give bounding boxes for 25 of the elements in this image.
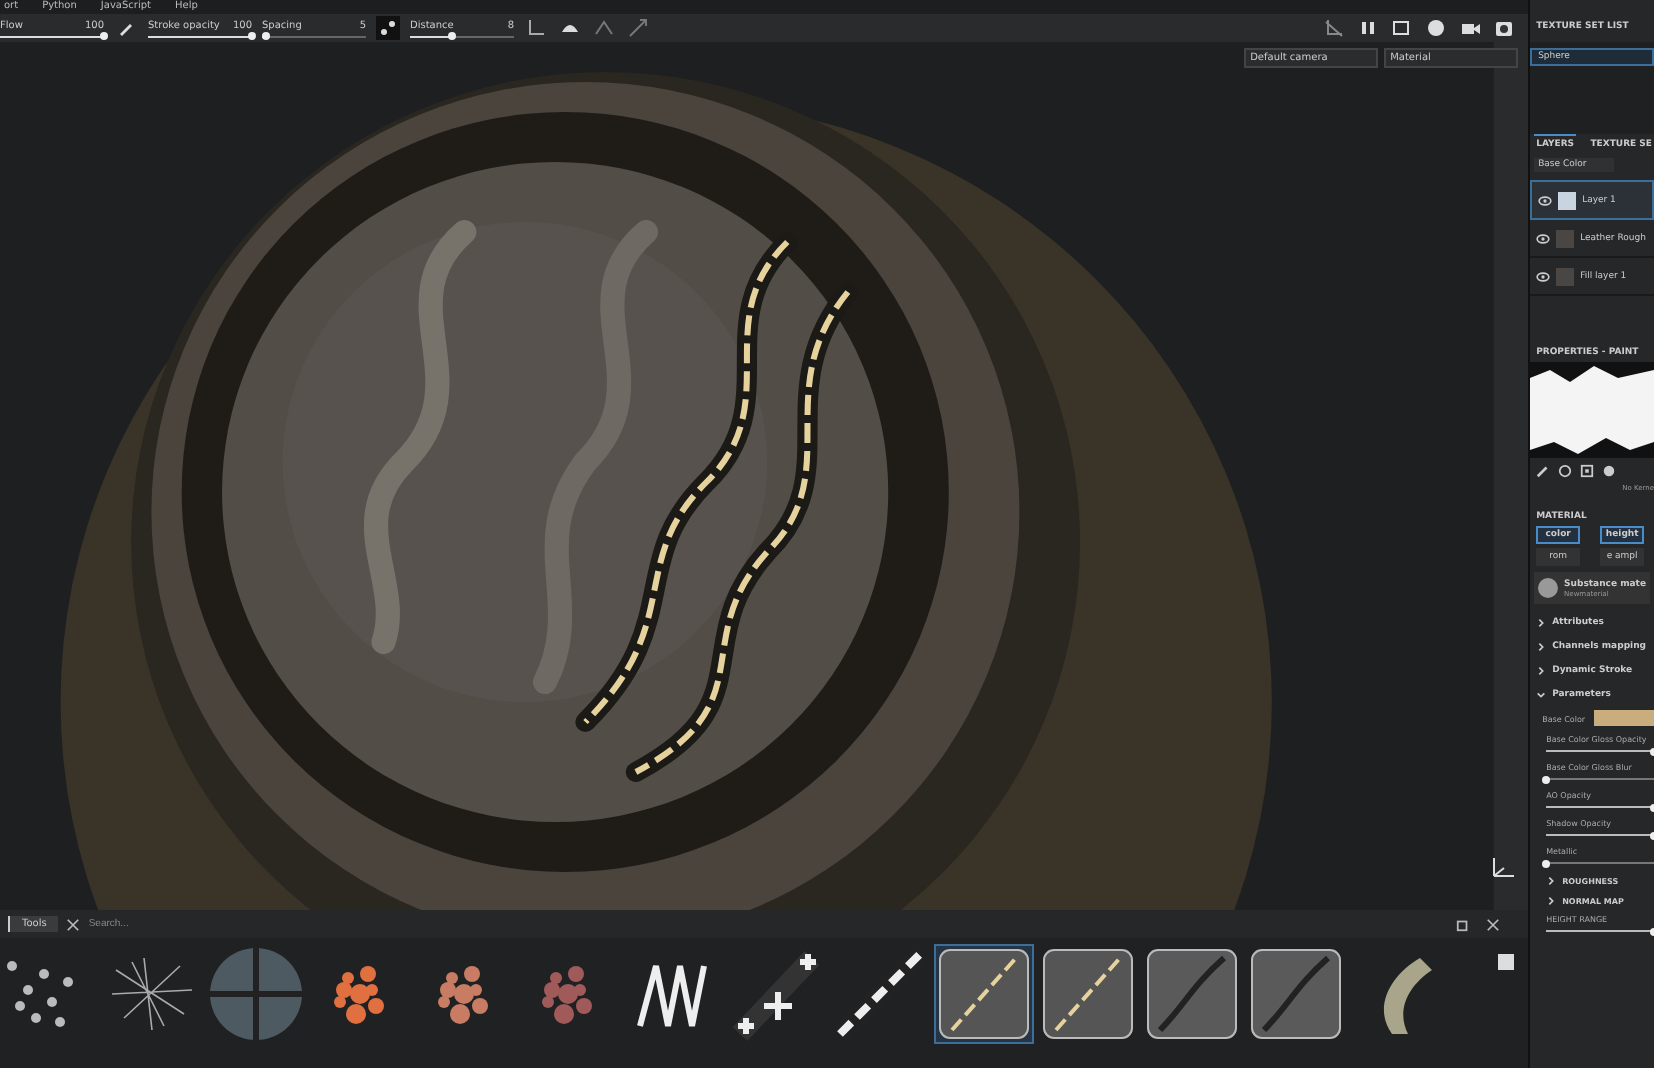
view-toggle-icon[interactable] <box>1498 954 1514 970</box>
brush-thumbnail[interactable] <box>1248 946 1344 1042</box>
dots-icon[interactable] <box>376 16 400 40</box>
eye-icon[interactable] <box>1536 233 1551 243</box>
frame-icon[interactable] <box>1390 16 1415 40</box>
brush-thumbnail[interactable] <box>1040 946 1136 1042</box>
brush-thumbnail[interactable] <box>728 946 824 1042</box>
color-swatch[interactable] <box>1594 710 1654 726</box>
layer-thumbnail <box>1558 191 1577 209</box>
layer-thumbnail <box>1556 267 1575 285</box>
close-icon[interactable] <box>66 917 81 931</box>
brush-thumbnail[interactable] <box>832 946 928 1042</box>
stencil-icon[interactable] <box>1580 464 1595 478</box>
eye-icon[interactable] <box>1538 195 1553 205</box>
brush-thumbnail[interactable] <box>208 946 304 1042</box>
angle-icon[interactable] <box>524 16 548 40</box>
screenshot-icon[interactable] <box>1492 16 1517 40</box>
layer-thumbnail <box>1556 229 1575 247</box>
material-ball-icon <box>1538 576 1559 600</box>
brush-icon[interactable] <box>1536 464 1551 478</box>
brush-thumbnail[interactable] <box>1144 946 1240 1042</box>
brush-thumbnail[interactable] <box>936 946 1032 1042</box>
close-icon[interactable] <box>1486 917 1501 931</box>
eye-icon[interactable] <box>1536 271 1551 281</box>
alpha-icon[interactable] <box>1558 464 1573 478</box>
